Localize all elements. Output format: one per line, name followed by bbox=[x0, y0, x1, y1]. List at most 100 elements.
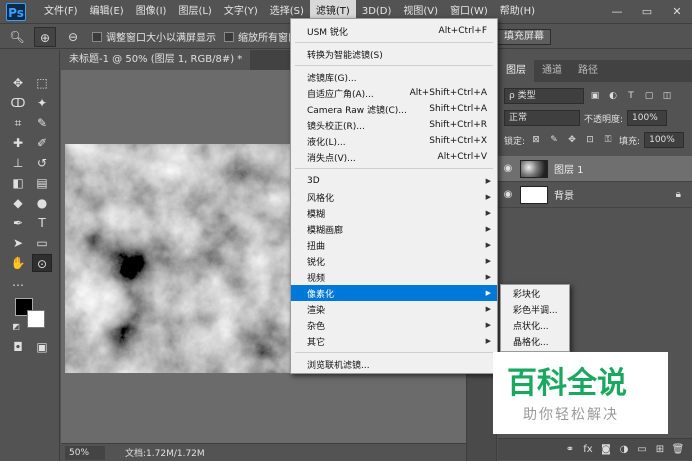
maximize-button[interactable]: ▭ bbox=[632, 0, 662, 24]
menu-item-pixelate[interactable]: 像素化 ▶ bbox=[291, 285, 497, 301]
menu-item-convert-smart-filter[interactable]: 转换为智能滤镜(S) bbox=[291, 46, 497, 62]
menu-item-noise[interactable]: 杂色 ▶ bbox=[291, 317, 497, 333]
opacity-field[interactable]: 100% bbox=[627, 110, 668, 126]
zoom-in-icon[interactable]: ⊕ bbox=[34, 26, 56, 47]
new-layer-icon[interactable]: ⊞ bbox=[651, 444, 669, 455]
resize-window-checkbox[interactable] bbox=[92, 31, 102, 42]
dodge-tool-icon[interactable]: ● bbox=[32, 194, 52, 212]
menu-item-label: 转换为智能滤镜(S) bbox=[307, 50, 383, 61]
new-group-icon[interactable]: ▭ bbox=[633, 444, 651, 455]
tab-channels[interactable]: 通道 bbox=[534, 60, 570, 82]
screen-mode-icon[interactable]: ▣ bbox=[32, 338, 52, 356]
menu-layer[interactable]: 图层(L) bbox=[172, 0, 217, 24]
adjustment-layer-icon[interactable]: ◑ bbox=[615, 444, 633, 455]
zoom-tool-active-icon[interactable]: ⊙ bbox=[32, 254, 52, 272]
submenu-item-pointillize[interactable]: 点状化... bbox=[501, 319, 569, 335]
zoom-out-icon[interactable]: ⊖ bbox=[62, 27, 84, 47]
menu-item-stylize[interactable]: 风格化 ▶ bbox=[291, 189, 497, 205]
gradient-tool-icon[interactable]: ▤ bbox=[32, 174, 52, 192]
layer-row[interactable]: ◉ 图层 1 bbox=[498, 156, 692, 182]
eyedropper-tool-icon[interactable]: ✎ bbox=[32, 114, 52, 132]
menu-item-blur-gallery[interactable]: 模糊画廊 ▶ bbox=[291, 221, 497, 237]
default-colors-icon[interactable]: ◩ bbox=[6, 318, 26, 336]
eye-icon[interactable]: ◉ bbox=[498, 163, 518, 174]
menu-item-other[interactable]: 其它 ▶ bbox=[291, 333, 497, 349]
layer-row[interactable]: ◉ 背景 🔒︎ bbox=[498, 182, 692, 208]
menu-image[interactable]: 图像(I) bbox=[130, 0, 173, 24]
magic-wand-tool-icon[interactable]: ✦ bbox=[32, 94, 52, 112]
filter-shape-icon[interactable]: ▢ bbox=[642, 89, 656, 103]
menu-item-adaptive-wide-angle[interactable]: 自适应广角(A)... Alt+Shift+Ctrl+A bbox=[291, 85, 497, 101]
menu-item-sharpen[interactable]: 锐化 ▶ bbox=[291, 253, 497, 269]
zoom-level-field[interactable]: 50% bbox=[65, 445, 105, 460]
crop-tool-icon[interactable]: ⌗ bbox=[8, 114, 28, 132]
background-color-swatch[interactable] bbox=[27, 310, 45, 328]
quick-mask-icon[interactable]: ◘ bbox=[8, 338, 28, 356]
menu-item-unsharp-mask[interactable]: USM 锐化 Alt+Ctrl+F bbox=[291, 23, 497, 39]
filter-adjust-icon[interactable]: ◐ bbox=[606, 89, 620, 103]
menu-item-label: 液化(L)... bbox=[307, 137, 346, 148]
link-layers-icon[interactable]: ⚭ bbox=[561, 444, 579, 455]
menu-item-blur[interactable]: 模糊 ▶ bbox=[291, 205, 497, 221]
menu-item-vanishing-point[interactable]: 消失点(V)... Alt+Ctrl+V bbox=[291, 149, 497, 165]
menu-edit[interactable]: 编辑(E) bbox=[84, 0, 130, 24]
menu-help[interactable]: 帮助(H) bbox=[494, 0, 541, 24]
menu-file[interactable]: 文件(F) bbox=[38, 0, 84, 24]
lock-transparent-icon[interactable]: ⊠ bbox=[529, 133, 543, 147]
eraser-tool-icon[interactable]: ◧ bbox=[8, 174, 28, 192]
layer-filter-select[interactable]: ρ 类型 bbox=[504, 88, 584, 104]
add-mask-icon[interactable]: ◙ bbox=[597, 444, 615, 455]
path-selection-tool-icon[interactable]: ➤ bbox=[8, 234, 28, 252]
menu-item-camera-raw[interactable]: Camera Raw 滤镜(C)... Shift+Ctrl+A bbox=[291, 101, 497, 117]
lock-all-icon[interactable]: ⚿ bbox=[601, 133, 615, 147]
fill-screen-button[interactable]: 填充屏幕 bbox=[497, 29, 551, 45]
minimize-button[interactable]: — bbox=[602, 0, 632, 24]
blur-tool-icon[interactable]: ◆ bbox=[8, 194, 28, 212]
move-tool-icon[interactable]: ✥ bbox=[8, 74, 28, 92]
tab-layers[interactable]: 图层 bbox=[498, 60, 534, 82]
marquee-tool-icon[interactable]: ⬚ bbox=[32, 74, 52, 92]
tab-paths[interactable]: 路径 bbox=[570, 60, 606, 82]
document-tab[interactable]: 未标题-1 @ 50% (图层 1, RGB/8#) * bbox=[61, 50, 251, 70]
menu-item-browse-online-filters[interactable]: 浏览联机滤镜... bbox=[291, 356, 497, 372]
menu-item-liquify[interactable]: 液化(L)... Shift+Ctrl+X bbox=[291, 133, 497, 149]
hand-tool-icon[interactable]: ✋ bbox=[8, 254, 28, 272]
clouds-canvas[interactable] bbox=[65, 144, 291, 373]
more-tools-icon[interactable]: ⋯ bbox=[8, 276, 28, 294]
type-tool-icon[interactable]: T bbox=[32, 214, 52, 232]
menu-item-shortcut: Alt+Shift+Ctrl+A bbox=[409, 88, 487, 98]
zoom-all-checkbox[interactable] bbox=[224, 31, 234, 42]
history-brush-tool-icon[interactable]: ↺ bbox=[32, 154, 52, 172]
menu-item-distort[interactable]: 扭曲 ▶ bbox=[291, 237, 497, 253]
window-controls: — ▭ ✕ bbox=[602, 0, 692, 24]
delete-layer-icon[interactable]: 🗑︎ bbox=[669, 444, 687, 455]
brush-tool-icon[interactable]: ✐ bbox=[32, 134, 52, 152]
eye-icon[interactable]: ◉ bbox=[498, 189, 518, 200]
healing-brush-tool-icon[interactable]: ✚ bbox=[8, 134, 28, 152]
clone-stamp-tool-icon[interactable]: ⊥ bbox=[8, 154, 28, 172]
menu-item-lens-correction[interactable]: 镜头校正(R)... Shift+Ctrl+R bbox=[291, 117, 497, 133]
submenu-item-crystallize[interactable]: 晶格化... bbox=[501, 335, 569, 351]
lock-paint-icon[interactable]: ✎ bbox=[547, 133, 561, 147]
filter-type-icon[interactable]: T bbox=[624, 89, 638, 103]
submenu-item-facet[interactable]: 彩块化 bbox=[501, 287, 569, 303]
menu-item-3d[interactable]: 3D ▶ bbox=[291, 173, 497, 189]
menu-item-render[interactable]: 渲染 ▶ bbox=[291, 301, 497, 317]
document-info[interactable]: 文档:1.72M/1.72M bbox=[125, 446, 205, 459]
layer-style-icon[interactable]: fx bbox=[579, 444, 597, 455]
fill-field[interactable]: 100% bbox=[644, 132, 685, 148]
close-button[interactable]: ✕ bbox=[662, 0, 692, 24]
blend-mode-select[interactable]: 正常 bbox=[504, 110, 580, 126]
filter-pixel-icon[interactable]: ▣ bbox=[588, 89, 602, 103]
rectangle-tool-icon[interactable]: ▭ bbox=[32, 234, 52, 252]
filter-smart-icon[interactable]: ◫ bbox=[660, 89, 674, 103]
lasso-tool-icon[interactable]: ↀ bbox=[8, 94, 28, 112]
lock-artboard-icon[interactable]: ⊡ bbox=[583, 133, 597, 147]
menu-item-filter-gallery[interactable]: 滤镜库(G)... bbox=[291, 69, 497, 85]
submenu-item-color-halftone[interactable]: 彩色半调... bbox=[501, 303, 569, 319]
zoom-tool-icon[interactable]: 🔍︎ bbox=[6, 27, 28, 47]
pen-tool-icon[interactable]: ✒ bbox=[8, 214, 28, 232]
menu-item-video[interactable]: 视频 ▶ bbox=[291, 269, 497, 285]
menu-type[interactable]: 文字(Y) bbox=[218, 0, 264, 24]
lock-position-icon[interactable]: ✥ bbox=[565, 133, 579, 147]
